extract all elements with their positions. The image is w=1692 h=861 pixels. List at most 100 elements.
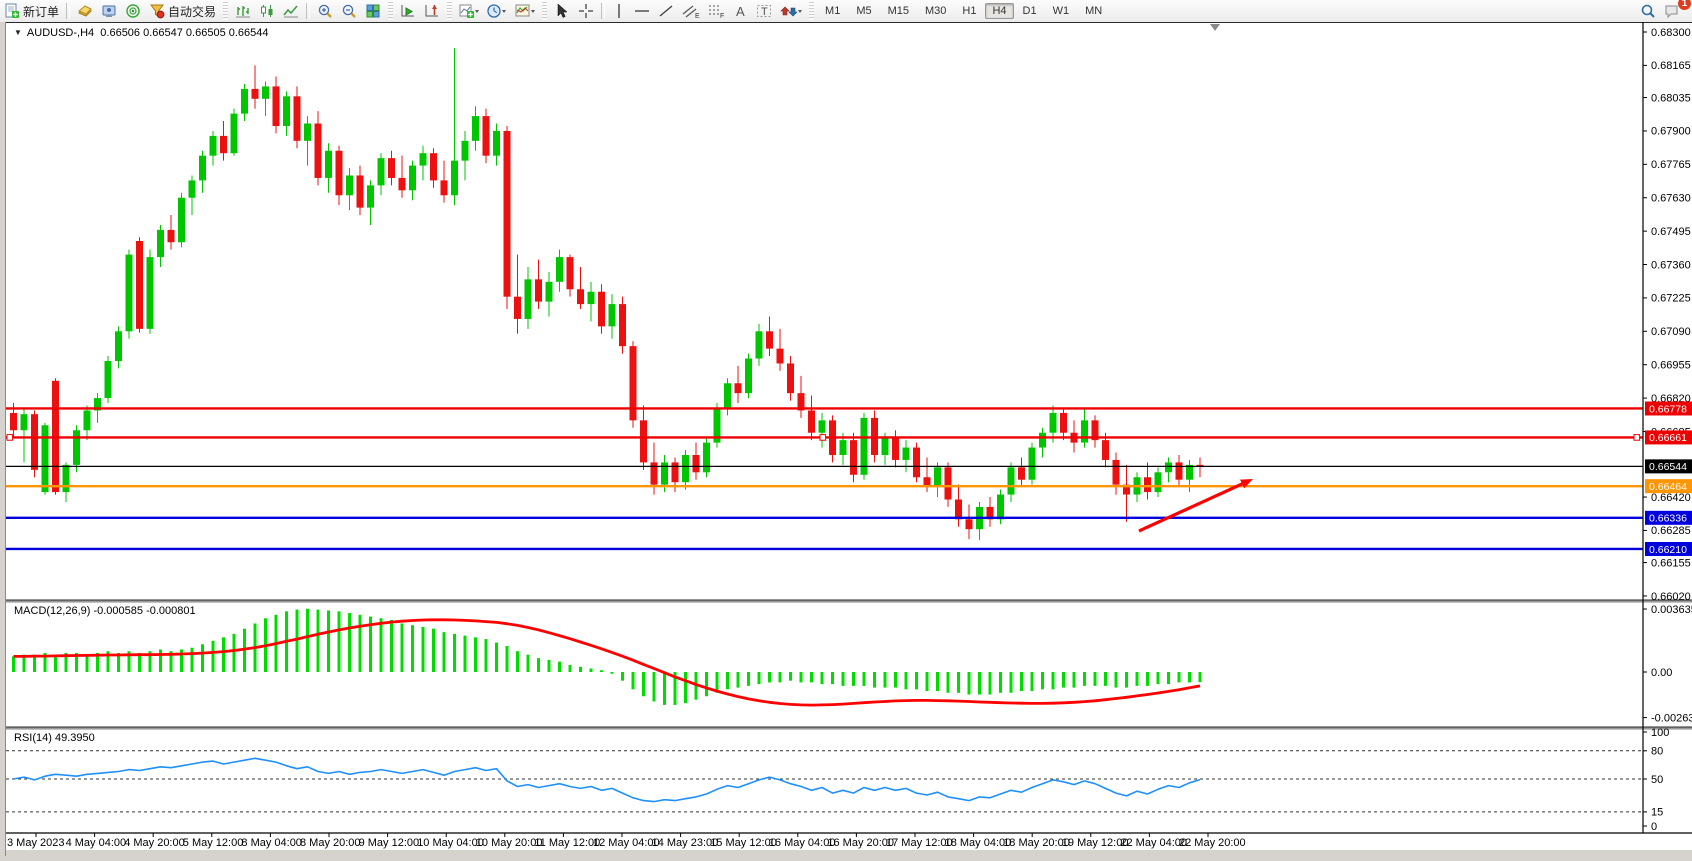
autotrading-label: 自动交易 (168, 3, 216, 20)
timeframe-m1[interactable]: M1 (818, 3, 847, 19)
trendline-button[interactable] (654, 1, 678, 21)
svg-text:4 May 04:00: 4 May 04:00 (66, 837, 127, 849)
line-handle[interactable] (820, 435, 826, 441)
bar-chart-button[interactable] (231, 1, 255, 21)
notifications-button[interactable]: 1 (1660, 1, 1684, 21)
svg-text:0.66336: 0.66336 (1649, 513, 1687, 525)
svg-text:18 May 20:00: 18 May 20:00 (1003, 837, 1070, 849)
svg-text:19 May 12:00: 19 May 12:00 (1062, 837, 1129, 849)
svg-text:0.68300: 0.68300 (1651, 27, 1691, 39)
svg-text:0.66661: 0.66661 (1649, 432, 1687, 444)
svg-text:4 May 20:00: 4 May 20:00 (124, 837, 185, 849)
zoom-in-button[interactable] (313, 1, 337, 21)
time-axis: 3 May 20234 May 04:004 May 20:005 May 12… (7, 833, 1246, 849)
timeframe-m5[interactable]: M5 (849, 3, 878, 19)
text-button[interactable]: A (730, 1, 752, 21)
chart-title: ▼AUDUSD-,H4 0.66506 0.66547 0.66505 0.66… (14, 27, 269, 39)
indicators-icon (459, 3, 479, 19)
chart-shift-marker[interactable] (1210, 24, 1220, 31)
indicators-button[interactable] (455, 1, 483, 21)
svg-text:100: 100 (1651, 727, 1669, 739)
svg-text:T: T (761, 6, 768, 18)
svg-text:0.67225: 0.67225 (1651, 293, 1691, 305)
tile-windows-icon (365, 3, 381, 19)
hline-0.66661[interactable] (6, 435, 1643, 441)
horizontal-line-button[interactable] (630, 1, 654, 21)
svg-text:8 May 04:00: 8 May 04:00 (241, 837, 302, 849)
macd-indicator (14, 609, 1201, 705)
svg-text:9 May 12:00: 9 May 12:00 (359, 837, 420, 849)
svg-text:18 May 04:00: 18 May 04:00 (945, 837, 1012, 849)
arrows-button[interactable] (776, 1, 806, 21)
zoom-out-icon (341, 3, 357, 19)
candlestick-chart-button[interactable] (255, 1, 279, 21)
text-label-button[interactable]: T (752, 1, 776, 21)
line-handle[interactable] (1634, 435, 1640, 441)
cursor-icon (554, 3, 570, 19)
timeframe-h1[interactable]: H1 (955, 3, 983, 19)
timeframe-d1[interactable]: D1 (1016, 3, 1044, 19)
svg-text:0.66285: 0.66285 (1651, 525, 1691, 537)
svg-text:0: 0 (1651, 821, 1657, 833)
svg-text:0.66020: 0.66020 (1651, 591, 1691, 603)
svg-text:14 May 23:00: 14 May 23:00 (652, 837, 719, 849)
svg-text:15: 15 (1651, 807, 1663, 819)
svg-text:15 May 12:00: 15 May 12:00 (710, 837, 777, 849)
svg-text:17 May 12:00: 17 May 12:00 (886, 837, 953, 849)
profiles-button[interactable] (97, 1, 121, 21)
svg-text:0.66778: 0.66778 (1649, 403, 1687, 415)
new-order-label: 新订单 (23, 3, 59, 20)
line-chart-button[interactable] (279, 1, 303, 21)
timeframe-w1[interactable]: W1 (1046, 3, 1077, 19)
search-button[interactable] (1636, 1, 1660, 21)
tile-windows-button[interactable] (361, 1, 385, 21)
new-chart-button[interactable] (73, 1, 97, 21)
profiles-icon (101, 3, 117, 19)
crosshair-button[interactable] (574, 1, 598, 21)
chart-symbol-period: AUDUSD-,H4 (27, 27, 94, 39)
toolbar-grip (447, 2, 452, 20)
vertical-line-button[interactable] (608, 1, 630, 21)
svg-text:80: 80 (1651, 746, 1663, 758)
svg-text:0.66955: 0.66955 (1651, 359, 1691, 371)
svg-text:F: F (720, 13, 724, 19)
equidistant-channel-button[interactable]: E (678, 1, 704, 21)
candlestick-chart-icon (259, 3, 275, 19)
chart-shift-icon (424, 3, 440, 19)
svg-text:16 May 20:00: 16 May 20:00 (827, 837, 894, 849)
fibonacci-button[interactable]: F (704, 1, 730, 21)
toolbar-grip (388, 2, 393, 20)
timeframe-m30[interactable]: M30 (918, 3, 953, 19)
timeframe-h4[interactable]: H4 (985, 3, 1013, 19)
auto-scroll-button[interactable] (396, 1, 420, 21)
periods-clock-icon (487, 3, 507, 19)
timeframe-mn[interactable]: MN (1078, 3, 1109, 19)
rsi-indicator (6, 751, 1643, 812)
chart-window: 0.683000.681650.680350.679000.677650.676… (6, 22, 1692, 856)
main-toolbar: 新订单 自动交易 (0, 0, 1692, 23)
periods-button[interactable] (483, 1, 511, 21)
chart-canvas[interactable]: 0.683000.681650.680350.679000.677650.676… (6, 22, 1692, 856)
svg-text:50: 50 (1651, 774, 1663, 786)
signals-icon (125, 3, 141, 19)
zoom-out-button[interactable] (337, 1, 361, 21)
templates-button[interactable] (511, 1, 539, 21)
zoom-in-icon (317, 3, 333, 19)
autotrading-button[interactable]: 自动交易 (145, 1, 220, 21)
new-chart-icon (77, 3, 93, 19)
text-label-icon: T (756, 3, 772, 19)
svg-text:0.003635: 0.003635 (1651, 604, 1692, 616)
svg-text:E: E (695, 13, 700, 19)
chart-shift-button[interactable] (420, 1, 444, 21)
rsi-axis: 100 80 50 15 0 (1643, 727, 1669, 833)
svg-text:5 May 12:00: 5 May 12:00 (183, 837, 244, 849)
toolbar-separator (601, 3, 605, 19)
cursor-button[interactable] (550, 1, 574, 21)
timeframe-m15[interactable]: M15 (881, 3, 916, 19)
chart-ohlc-quote: 0.66506 0.66547 0.66505 0.66544 (100, 27, 268, 39)
svg-text:0.66210: 0.66210 (1649, 544, 1687, 556)
line-handle[interactable] (7, 435, 13, 441)
new-order-button[interactable]: 新订单 (0, 1, 63, 21)
signals-button[interactable] (121, 1, 145, 21)
text-icon: A (734, 3, 748, 19)
